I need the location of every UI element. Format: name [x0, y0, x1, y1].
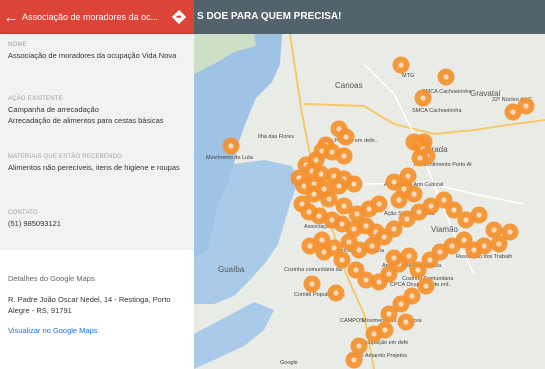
map-marker[interactable] [437, 68, 455, 86]
place-label: Ocupação em defe [362, 340, 408, 346]
map-marker[interactable] [222, 137, 240, 155]
back-button[interactable]: ← [0, 0, 22, 34]
map-marker[interactable] [327, 284, 345, 302]
view-on-google-maps-link[interactable]: Visualizar no Google Maps [8, 326, 98, 335]
map-marker[interactable] [325, 239, 343, 257]
place-label: Cozinha comunitária da [284, 267, 343, 273]
field-materials-label: Materiais que estão recebendo [8, 154, 123, 160]
place-label: MTG [402, 73, 414, 79]
map-marker[interactable] [417, 277, 435, 295]
field-materials: Materiais que estão recebendo Alimentos … [8, 154, 188, 174]
directions-icon [172, 10, 186, 24]
field-action-value: Campanha de arrecadação Arrecadação de a… [8, 105, 164, 125]
place-label: Ilha das Flores [258, 134, 294, 140]
map-marker[interactable] [405, 185, 423, 203]
field-action-label: Ação existente [8, 96, 63, 102]
map-marker[interactable] [409, 261, 427, 279]
field-name: Nome Associação de moradores da ocupação… [8, 42, 188, 62]
address-text: R. Padre João Oscar Nedel, 14 - Restinga… [8, 295, 171, 315]
map-marker[interactable] [470, 206, 488, 224]
map-marker[interactable] [411, 149, 429, 167]
panel-title: Associação de moradores da oc... [22, 12, 159, 22]
map-marker[interactable] [345, 351, 363, 369]
map-marker[interactable] [335, 147, 353, 165]
field-name-value: Associação de moradores da ocupação Vida… [8, 51, 177, 60]
map-area[interactable]: CanoasGravataíAlvoradaViamãoGuaíba MTGSM… [194, 34, 545, 369]
map-marker[interactable] [390, 191, 408, 209]
map-marker[interactable] [414, 89, 432, 107]
city-label: Guaíba [218, 265, 245, 274]
map-marker[interactable] [504, 103, 522, 121]
field-action: Ação existente Campanha de arrecadação A… [8, 96, 188, 126]
place-label: Google [280, 360, 298, 366]
city-label: Viamão [431, 225, 459, 234]
field-name-label: Nome [8, 42, 27, 48]
panel-header: ← Associação de moradores da oc... [0, 0, 194, 34]
map-marker[interactable] [399, 167, 417, 185]
map-marker[interactable] [397, 313, 415, 331]
map-marker[interactable] [320, 190, 338, 208]
city-label: Canoas [335, 81, 363, 90]
map-marker[interactable] [363, 237, 381, 255]
field-contact-label: Contato [8, 210, 38, 216]
map-marker[interactable] [337, 128, 355, 146]
field-contact: Contato (51) 985093121 [8, 210, 188, 230]
place-label: SMCA Cachoeirinha [412, 108, 462, 114]
google-maps-details-title: Detalhes do Google Maps [8, 274, 95, 283]
field-contact-value: (51) 985093121 [8, 219, 61, 228]
map-marker[interactable] [347, 261, 365, 279]
directions-button[interactable] [170, 8, 188, 26]
map-marker[interactable] [392, 56, 410, 74]
map-canvas[interactable]: CanoasGravataíAlvoradaViamãoGuaíba MTGSM… [194, 34, 545, 369]
banner-text: S DOE PARA QUEM PRECISA! [197, 11, 342, 22]
map-marker[interactable] [345, 175, 363, 193]
back-arrow-icon: ← [3, 8, 19, 26]
map-marker[interactable] [380, 305, 398, 323]
map-marker[interactable] [490, 235, 508, 253]
map-marker[interactable] [385, 249, 403, 267]
place-label: Movimento de Luta [206, 155, 254, 161]
place-label: CAMPOS [340, 318, 364, 324]
map-marker[interactable] [335, 197, 353, 215]
field-materials-value: Alimentos não perecíveis, itens de higie… [8, 163, 180, 172]
map-marker[interactable] [365, 325, 383, 343]
place-label: Resolução dos Trabalh [456, 254, 512, 260]
side-panel: Nome Associação de moradores da ocupação… [0, 34, 194, 369]
map-marker[interactable] [303, 275, 321, 293]
